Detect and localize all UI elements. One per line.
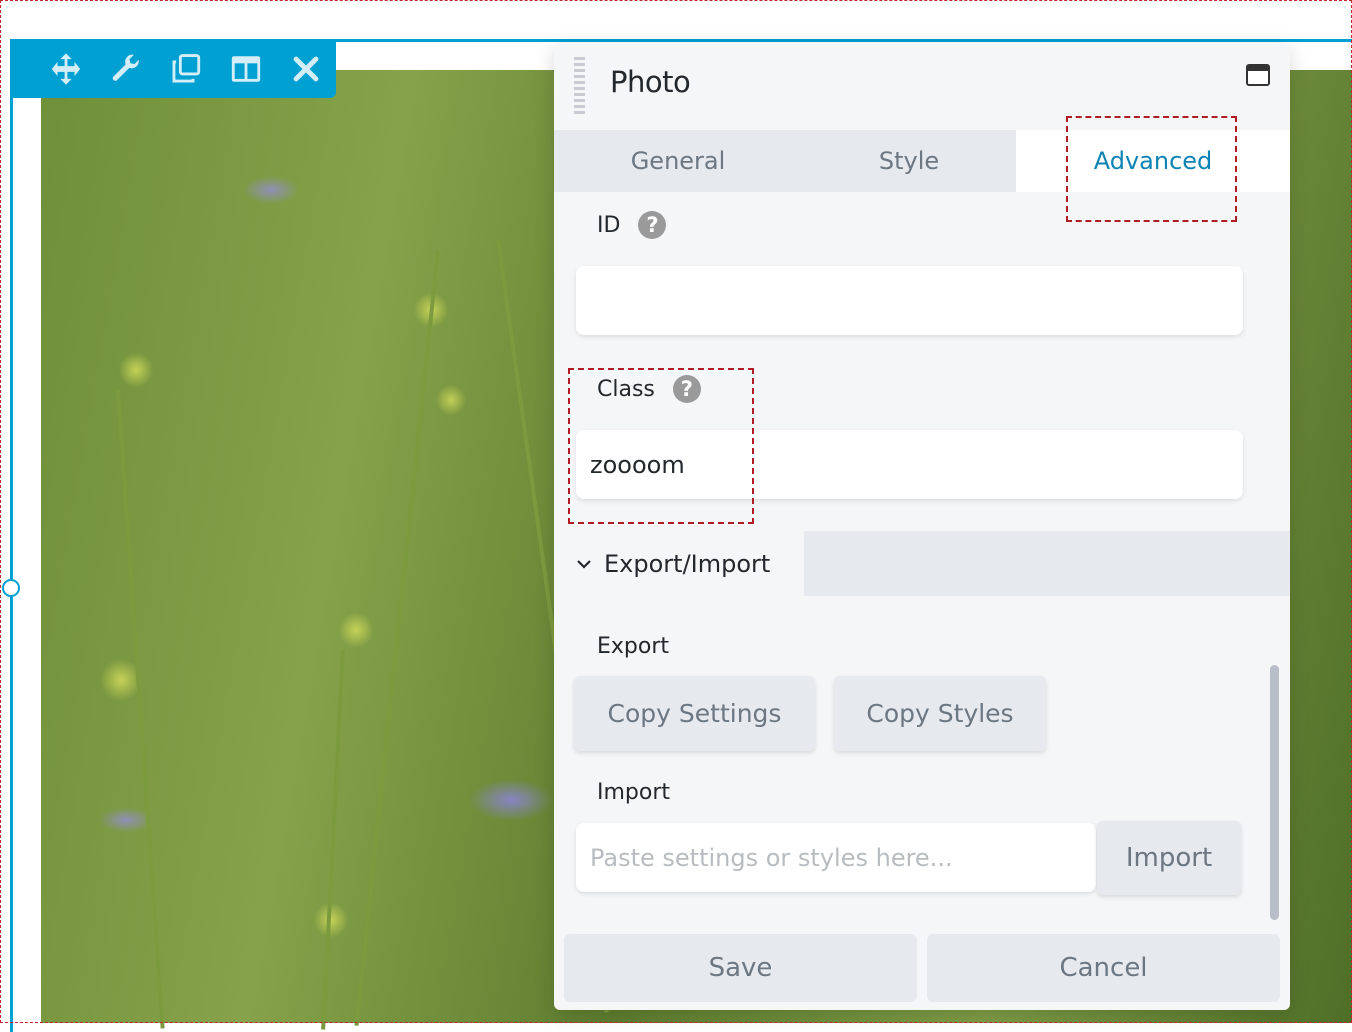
id-field-label-row: ID ? bbox=[597, 211, 667, 239]
id-label: ID bbox=[597, 212, 621, 238]
remove-button[interactable] bbox=[276, 49, 336, 89]
maximize-button[interactable] bbox=[1246, 64, 1270, 86]
settings-button[interactable] bbox=[96, 49, 156, 89]
id-input[interactable] bbox=[576, 266, 1243, 335]
module-toolbar bbox=[10, 40, 336, 98]
wrench-icon bbox=[112, 54, 139, 81]
tab-bar: General Style Advanced bbox=[554, 130, 1290, 192]
section-title-label: Export/Import bbox=[604, 549, 771, 578]
class-field-label-row: Class ? bbox=[597, 375, 701, 403]
tab-general[interactable]: General bbox=[554, 130, 802, 192]
export-import-section-header: Export/Import bbox=[554, 531, 1290, 596]
move-arrows-icon bbox=[51, 53, 81, 85]
columns-icon bbox=[231, 56, 261, 82]
settings-panel: Photo General Style Advanced ID ? Class … bbox=[554, 43, 1290, 1010]
drag-handle-icon[interactable] bbox=[574, 57, 585, 117]
import-label-row: Import bbox=[597, 780, 670, 805]
resize-handle[interactable] bbox=[2, 579, 20, 597]
panel-title: Photo bbox=[610, 65, 691, 99]
help-icon[interactable]: ? bbox=[638, 211, 667, 239]
class-label: Class bbox=[597, 376, 655, 402]
close-icon bbox=[293, 56, 319, 82]
tab-style[interactable]: Style bbox=[802, 130, 1016, 192]
duplicate-icon bbox=[172, 54, 201, 83]
tab-advanced[interactable]: Advanced bbox=[1016, 130, 1290, 192]
export-label-row: Export bbox=[597, 634, 669, 659]
window-maximize-icon bbox=[1246, 64, 1270, 86]
import-button[interactable]: Import bbox=[1097, 821, 1241, 895]
save-button[interactable]: Save bbox=[564, 934, 917, 1002]
move-button[interactable] bbox=[36, 49, 96, 89]
chevron-down-icon bbox=[577, 559, 591, 569]
copy-settings-button[interactable]: Copy Settings bbox=[574, 676, 815, 751]
cancel-button[interactable]: Cancel bbox=[927, 934, 1280, 1002]
columns-button[interactable] bbox=[216, 49, 276, 89]
export-import-toggle[interactable]: Export/Import bbox=[554, 531, 804, 596]
class-input[interactable] bbox=[576, 430, 1243, 499]
import-label: Import bbox=[597, 780, 671, 805]
import-input[interactable] bbox=[576, 823, 1096, 892]
export-label: Export bbox=[597, 634, 670, 659]
duplicate-button[interactable] bbox=[156, 49, 216, 89]
scrollbar[interactable] bbox=[1270, 665, 1279, 920]
help-icon[interactable]: ? bbox=[672, 375, 701, 403]
copy-styles-button[interactable]: Copy Styles bbox=[834, 676, 1046, 751]
